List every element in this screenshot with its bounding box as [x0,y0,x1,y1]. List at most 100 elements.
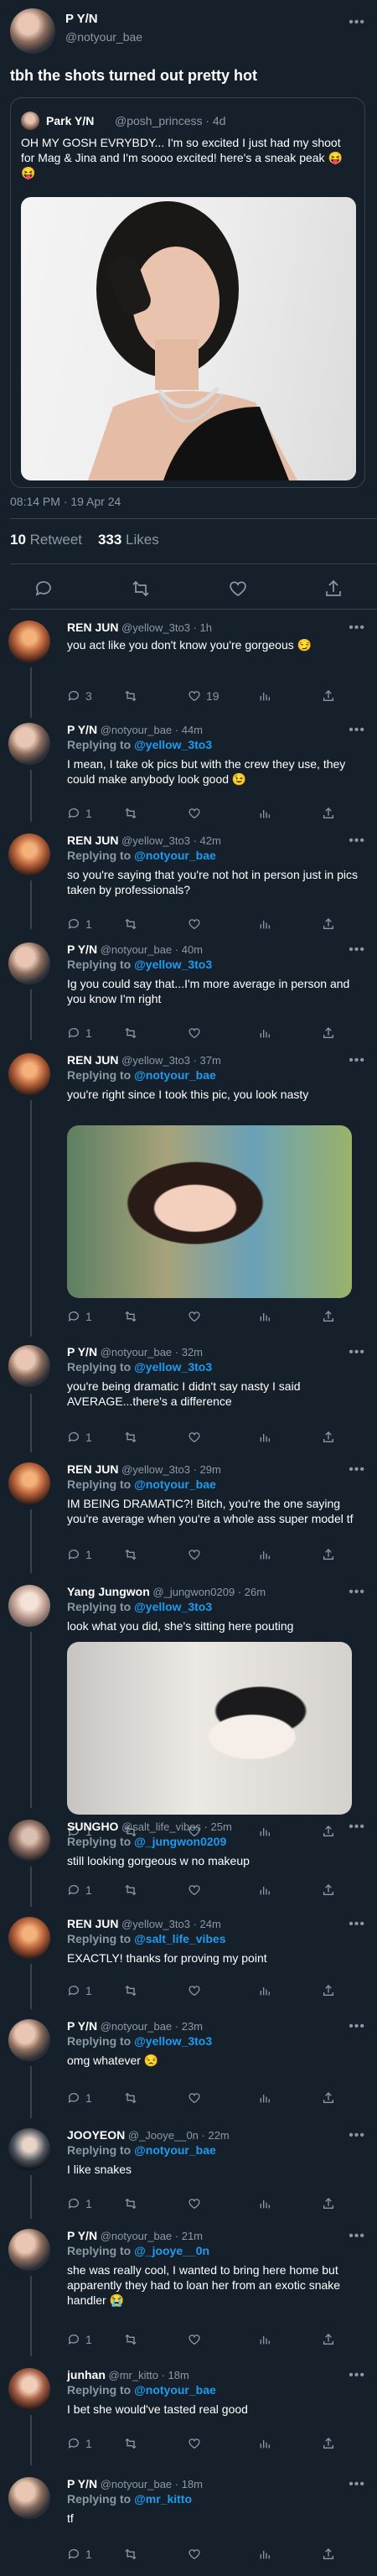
author-handle[interactable]: @notyour_bae · 40m [101,943,203,956]
retweet-button[interactable] [124,807,137,820]
share-button[interactable] [322,2091,335,2105]
like-button[interactable] [188,807,201,820]
share-button[interactable] [322,1026,335,1040]
author-name[interactable]: junhan [67,2368,106,2381]
reply-photo[interactable] [67,1125,352,1298]
author-name[interactable]: REN JUN [67,834,118,847]
avatar[interactable] [8,943,50,984]
retweet-button[interactable] [124,1026,137,1040]
more-icon[interactable]: ••• [349,2128,365,2143]
analytics-button[interactable] [258,1310,271,1323]
avatar[interactable] [8,723,50,765]
author-name[interactable]: P Y/N [67,2229,97,2242]
more-icon[interactable]: ••• [349,834,365,849]
more-icon[interactable]: ••• [349,1585,365,1600]
analytics-button[interactable] [258,2547,271,2561]
retweet-button[interactable] [124,917,137,931]
more-icon[interactable]: ••• [349,943,365,958]
retweet-label[interactable]: Retweet [30,532,82,548]
more-icon[interactable]: ••• [349,2368,365,2383]
like-button[interactable] [188,1431,201,1444]
like-button[interactable] [188,1548,201,1561]
mention-link[interactable]: @salt_life_vibes [134,1932,225,1945]
author-name[interactable]: Yang Jungwon [67,1585,150,1598]
avatar[interactable] [8,621,50,662]
retweet-button[interactable] [124,1431,137,1444]
analytics-button[interactable] [258,2091,271,2105]
avatar[interactable] [8,834,50,875]
author-handle[interactable]: @notyour_bae · 44m [101,724,203,736]
analytics-button[interactable] [258,2333,271,2346]
mention-link[interactable]: @yellow_3to3 [134,738,212,751]
like-button[interactable] [188,917,201,931]
avatar[interactable] [8,1462,50,1504]
like-button[interactable] [188,2333,201,2346]
avatar[interactable] [8,1345,50,1387]
author-name[interactable]: P Y/N [67,2477,97,2490]
more-icon[interactable]: ••• [349,2229,365,2244]
mention-link[interactable]: @notyour_bae [134,1068,216,1082]
mention-link[interactable]: @yellow_3to3 [134,958,212,971]
author-name[interactable]: REN JUN [67,1462,118,1476]
more-icon[interactable]: ••• [349,1462,365,1478]
retweet-icon[interactable] [131,579,151,599]
reply-button[interactable]: 1 [67,2437,92,2450]
author-name[interactable]: P Y/N [65,12,98,26]
author-handle[interactable]: @_Jooye__0n · 22m [128,2129,230,2142]
author-name[interactable]: REN JUN [67,1053,118,1067]
analytics-button[interactable] [258,807,271,820]
share-button[interactable] [322,1310,335,1323]
analytics-button[interactable] [258,2197,271,2210]
analytics-button[interactable] [258,1883,271,1897]
more-icon[interactable]: ••• [349,723,365,738]
mention-link[interactable]: @notyour_bae [134,2143,216,2157]
retweet-button[interactable] [124,1984,137,1997]
reply-button[interactable]: 1 [67,807,92,820]
analytics-button[interactable] [258,1026,271,1040]
analytics-button[interactable] [258,1548,271,1561]
quoted-photo[interactable] [21,197,356,480]
author-handle[interactable]: @yellow_3to3 · 37m [121,1054,221,1067]
share-button[interactable] [322,1825,335,1838]
more-icon[interactable]: ••• [349,1917,365,1932]
reply-button[interactable]: 1 [67,2091,92,2105]
retweet-button[interactable] [124,2547,137,2561]
more-icon[interactable]: ••• [349,1053,365,1068]
retweet-button[interactable] [124,1548,137,1561]
avatar[interactable] [8,2019,50,2061]
share-icon[interactable] [323,579,343,599]
analytics-button[interactable] [258,917,271,931]
like-button[interactable] [188,1883,201,1897]
more-icon[interactable]: ••• [349,1820,365,1835]
author-name[interactable]: P Y/N [67,723,97,736]
author-name[interactable]: SUNGHO [67,1820,118,1833]
like-button[interactable] [188,1310,201,1323]
reply-button[interactable]: 1 [67,2333,92,2346]
author-handle[interactable]: @notyour_bae · 32m [101,1346,203,1358]
retweet-count[interactable]: 10 [10,532,26,548]
heart-icon[interactable] [228,579,248,599]
reply-button[interactable]: 1 [67,1310,92,1323]
author-handle[interactable]: @yellow_3to3 · 1h [121,621,212,634]
author-name[interactable]: REN JUN [67,1917,118,1930]
retweet-button[interactable] [124,1310,137,1323]
retweet-button[interactable] [124,689,137,703]
like-button[interactable] [188,1026,201,1040]
retweet-button[interactable] [124,2091,137,2105]
author-handle[interactable]: @salt_life_vibes · 25m [121,1820,232,1833]
share-button[interactable] [322,2333,335,2346]
mention-link[interactable]: @notyour_bae [134,849,216,862]
share-button[interactable] [322,689,335,703]
like-button[interactable]: 19 [188,689,219,703]
avatar[interactable] [8,2229,50,2271]
mention-link[interactable]: @notyour_bae [134,1478,216,1491]
analytics-button[interactable] [258,1984,271,1997]
more-icon[interactable]: ••• [349,621,365,636]
share-button[interactable] [322,1431,335,1444]
avatar[interactable] [8,1820,50,1862]
more-icon[interactable]: ••• [349,2477,365,2492]
author-handle[interactable]: @yellow_3to3 · 29m [121,1463,221,1476]
reply-button[interactable]: 1 [67,1431,92,1444]
like-button[interactable] [188,2437,201,2450]
retweet-button[interactable] [124,1883,137,1897]
